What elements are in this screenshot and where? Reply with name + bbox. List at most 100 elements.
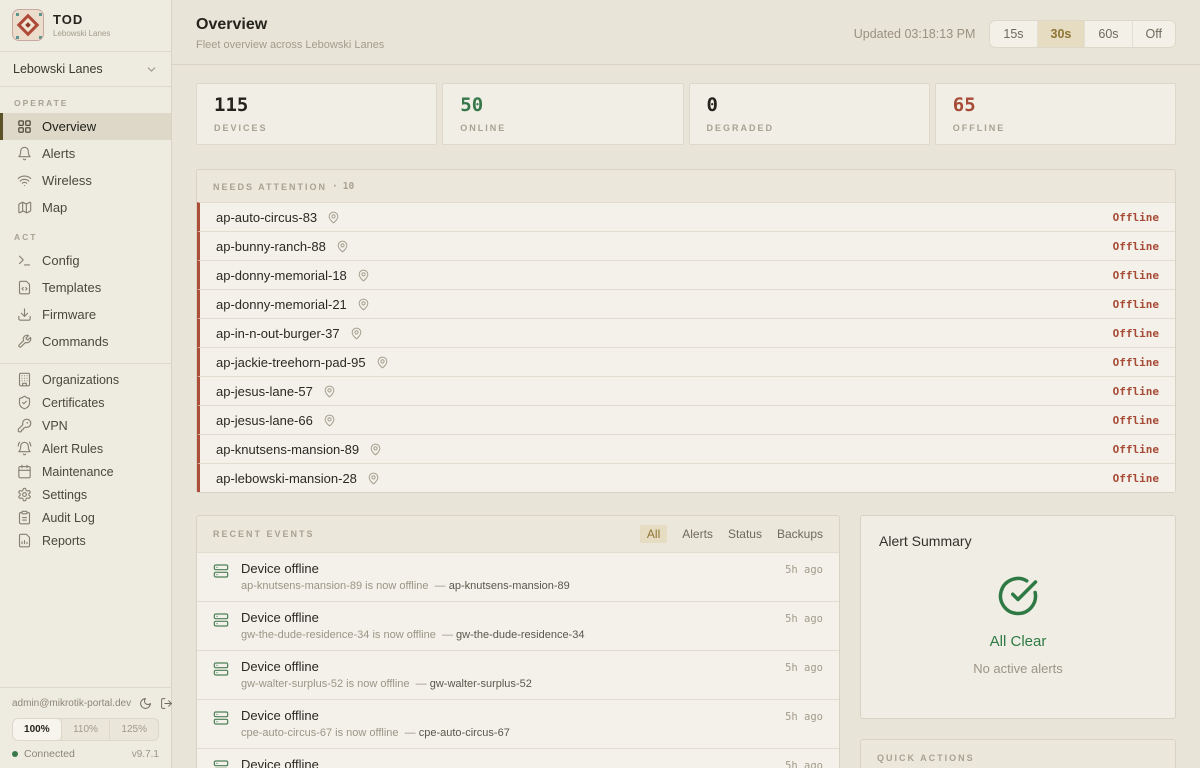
app-logo-icon	[12, 9, 44, 41]
map-pin-icon	[357, 269, 370, 282]
shield-check-icon	[17, 395, 32, 410]
grid-icon	[17, 119, 32, 134]
sidebar-item-label: VPN	[42, 419, 68, 433]
event-filters: All Alerts Status Backups	[640, 525, 823, 543]
zoom-110-button[interactable]: 110%	[61, 719, 110, 740]
sidebar-item-firmware[interactable]: Firmware	[0, 301, 171, 328]
event-title: Device offline	[241, 708, 773, 723]
device-name: ap-bunny-ranch-88	[216, 239, 326, 254]
degraded-count: 0	[707, 94, 912, 116]
needs-attention-title: NEEDS ATTENTION	[213, 182, 327, 192]
attention-row[interactable]: ap-jesus-lane-66 Offline	[197, 405, 1175, 434]
gear-icon	[17, 487, 32, 502]
attention-row[interactable]: ap-donny-memorial-18 Offline	[197, 260, 1175, 289]
ui-zoom-control: 100% 110% 125%	[12, 718, 159, 741]
online-count: 50	[460, 94, 665, 116]
filter-backups[interactable]: Backups	[777, 525, 823, 543]
status-badge: Offline	[1113, 414, 1159, 427]
filter-alerts[interactable]: Alerts	[682, 525, 713, 543]
attention-row[interactable]: ap-jackie-treehorn-pad-95 Offline	[197, 347, 1175, 376]
sidebar-item-commands[interactable]: Commands	[0, 328, 171, 355]
attention-row[interactable]: ap-donny-memorial-21 Offline	[197, 289, 1175, 318]
filter-all[interactable]: All	[640, 525, 667, 543]
event-separator: —	[435, 580, 446, 592]
sidebar-item-wireless[interactable]: Wireless	[0, 167, 171, 194]
sidebar-item-label: Firmware	[42, 307, 96, 322]
event-detail: gw-the-dude-residence-34 is now offline	[241, 629, 436, 641]
server-icon	[213, 612, 229, 641]
refresh-30s-button[interactable]: 30s	[1037, 21, 1085, 47]
event-row[interactable]: Device offline cpe-auto-circus-67 is now…	[197, 699, 839, 748]
bell-icon	[17, 146, 32, 161]
map-pin-icon	[369, 443, 382, 456]
alert-summary-title: Alert Summary	[879, 533, 1157, 549]
sidebar-item-vpn[interactable]: VPN	[0, 414, 171, 437]
sidebar-item-label: Audit Log	[42, 511, 95, 525]
sidebar-item-overview[interactable]: Overview	[0, 113, 171, 140]
app-name: TOD	[53, 12, 110, 27]
needs-attention-separator: ·	[332, 181, 338, 192]
event-detail: ap-knutsens-mansion-89 is now offline	[241, 580, 429, 592]
quick-actions-panel: QUICK ACTIONS	[860, 739, 1176, 768]
device-name: ap-jesus-lane-66	[216, 413, 313, 428]
sidebar-item-config[interactable]: Config	[0, 247, 171, 274]
zoom-125-button[interactable]: 125%	[109, 719, 158, 740]
attention-row[interactable]: ap-lebowski-mansion-28 Offline	[197, 463, 1175, 492]
refresh-15s-button[interactable]: 15s	[990, 21, 1036, 47]
status-badge: Offline	[1113, 211, 1159, 224]
status-badge: Offline	[1113, 269, 1159, 282]
sidebar-item-templates[interactable]: Templates	[0, 274, 171, 301]
attention-row[interactable]: ap-knutsens-mansion-89 Offline	[197, 434, 1175, 463]
event-row[interactable]: Device offline ap-bunny-ranch-88 is now …	[197, 748, 839, 768]
event-title: Device offline	[241, 757, 773, 768]
status-badge: Offline	[1113, 443, 1159, 456]
theme-moon-icon[interactable]	[139, 697, 152, 710]
refresh-60s-button[interactable]: 60s	[1084, 21, 1131, 47]
event-row[interactable]: Device offline gw-the-dude-residence-34 …	[197, 601, 839, 650]
offline-label: OFFLINE	[953, 123, 1158, 133]
attention-row[interactable]: ap-auto-circus-83 Offline	[197, 202, 1175, 231]
sidebar-item-certificates[interactable]: Certificates	[0, 391, 171, 414]
terminal-icon	[17, 253, 32, 268]
connection-status-dot	[12, 751, 18, 757]
download-icon	[17, 307, 32, 322]
wrench-icon	[17, 334, 32, 349]
org-selector[interactable]: Lebowski Lanes	[0, 52, 171, 87]
server-icon	[213, 710, 229, 739]
brand-header: TOD Lebowski Lanes	[0, 0, 171, 52]
map-pin-icon	[357, 298, 370, 311]
device-name: ap-knutsens-mansion-89	[216, 442, 359, 457]
server-icon	[213, 661, 229, 690]
status-badge: Offline	[1113, 472, 1159, 485]
attention-row[interactable]: ap-bunny-ranch-88 Offline	[197, 231, 1175, 260]
map-pin-icon	[350, 327, 363, 340]
event-time: 5h ago	[785, 564, 823, 592]
sidebar-item-reports[interactable]: Reports	[0, 529, 171, 552]
event-device: gw-the-dude-residence-34	[456, 629, 584, 641]
sidebar-item-label: Alerts	[42, 146, 75, 161]
wifi-icon	[17, 173, 32, 188]
refresh-off-button[interactable]: Off	[1132, 21, 1175, 47]
event-device: gw-walter-surplus-52	[430, 678, 532, 690]
event-row[interactable]: Device offline gw-walter-surplus-52 is n…	[197, 650, 839, 699]
filter-status[interactable]: Status	[728, 525, 762, 543]
zoom-100-button[interactable]: 100%	[13, 719, 61, 740]
event-time: 5h ago	[785, 711, 823, 739]
offline-count: 65	[953, 94, 1158, 116]
sidebar-item-settings[interactable]: Settings	[0, 483, 171, 506]
sidebar-item-maintenance[interactable]: Maintenance	[0, 460, 171, 483]
key-icon	[17, 418, 32, 433]
stat-card-devices: 115 DEVICES	[196, 83, 437, 145]
attention-row[interactable]: ap-in-n-out-burger-37 Offline	[197, 318, 1175, 347]
attention-row[interactable]: ap-jesus-lane-57 Offline	[197, 376, 1175, 405]
alert-summary-card: Alert Summary All Clear No active alerts	[860, 515, 1176, 719]
event-device: cpe-auto-circus-67	[419, 727, 510, 739]
sidebar-item-organizations[interactable]: Organizations	[0, 368, 171, 391]
sidebar-item-alerts[interactable]: Alerts	[0, 140, 171, 167]
sidebar-item-audit-log[interactable]: Audit Log	[0, 506, 171, 529]
status-badge: Offline	[1113, 298, 1159, 311]
stats-row: 115 DEVICES 50 ONLINE 0 DEGRADED 65 OFFL…	[196, 83, 1176, 145]
sidebar-item-alert-rules[interactable]: Alert Rules	[0, 437, 171, 460]
sidebar-item-map[interactable]: Map	[0, 194, 171, 221]
event-row[interactable]: Device offline ap-knutsens-mansion-89 is…	[197, 552, 839, 601]
